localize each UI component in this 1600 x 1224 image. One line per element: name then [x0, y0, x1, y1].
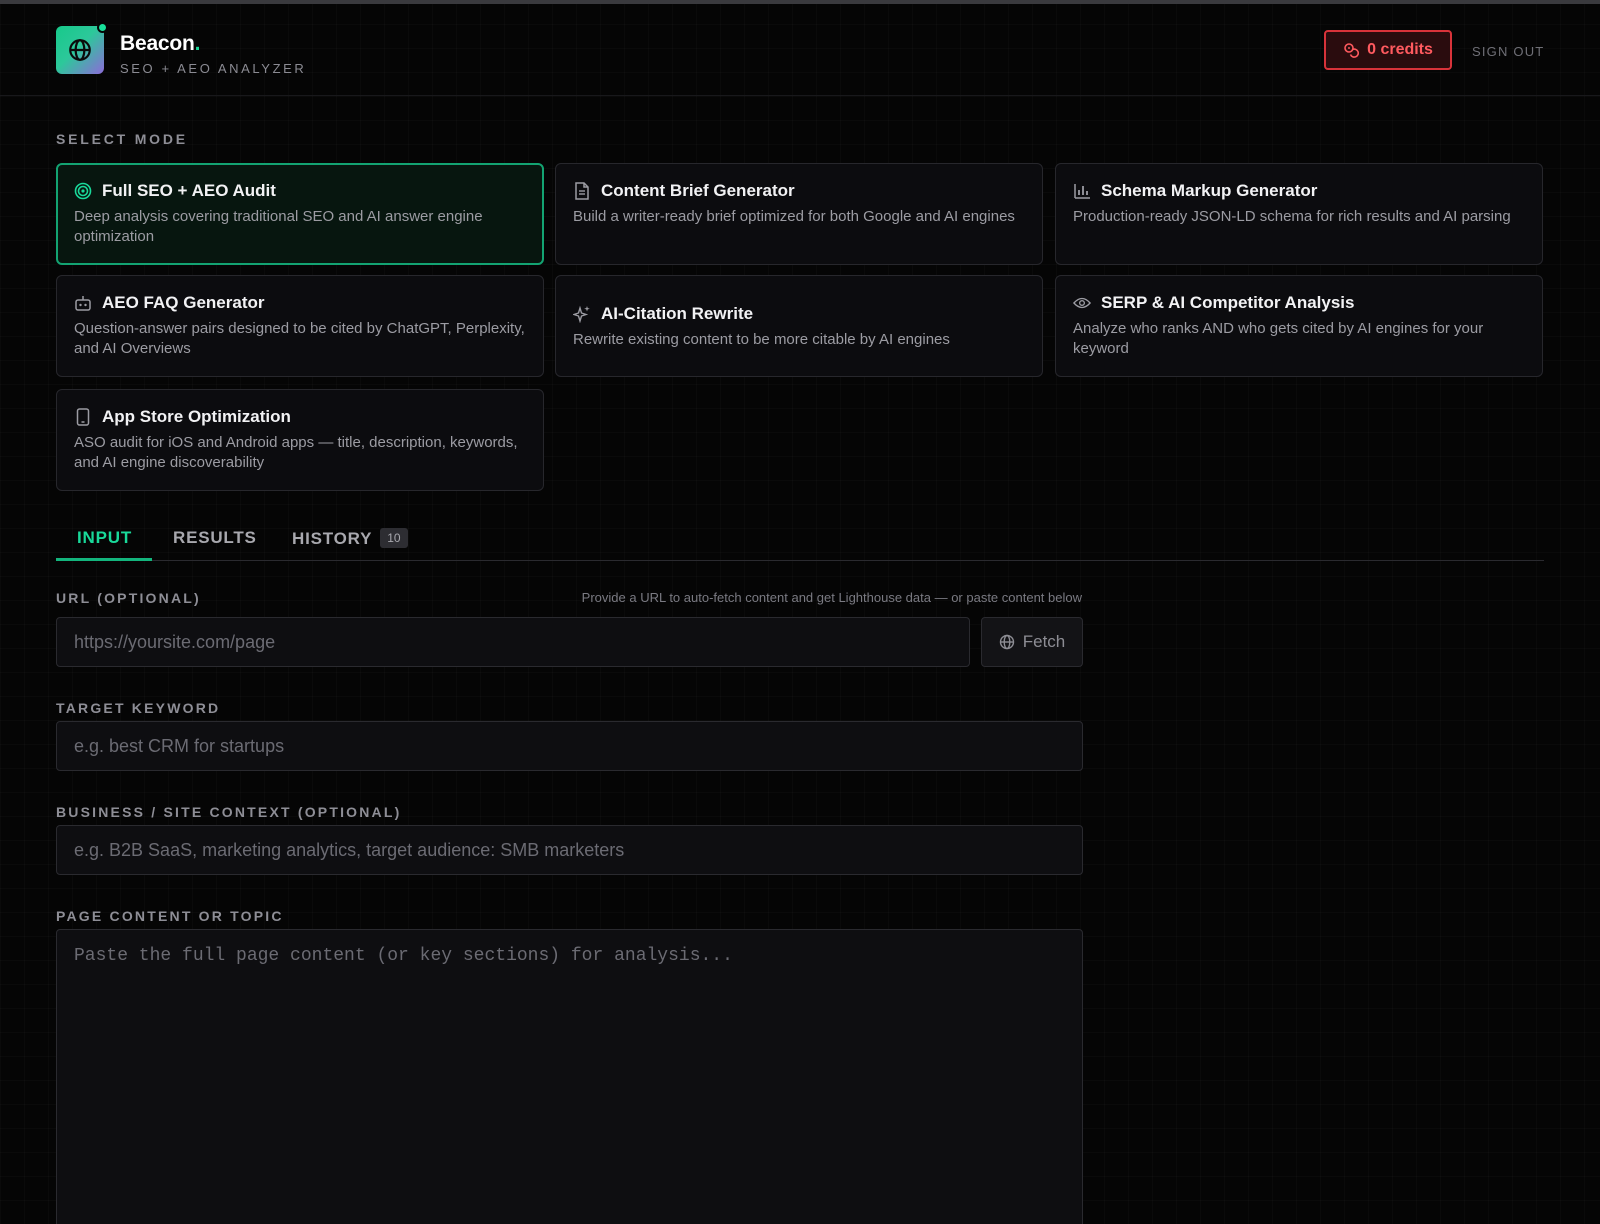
mode-card-aeo-faq[interactable]: AEO FAQ Generator Question-answer pairs … — [56, 275, 544, 377]
target-icon — [74, 182, 92, 200]
globe-icon — [69, 39, 91, 61]
mode-card-content-brief[interactable]: Content Brief Generator Build a writer-r… — [555, 163, 1043, 265]
history-count-badge: 10 — [380, 528, 408, 548]
tab-bar: INPUT RESULTS HISTORY 10 — [56, 520, 1544, 561]
credits-label: 0 credits — [1367, 41, 1433, 58]
tab-input[interactable]: INPUT — [77, 528, 132, 548]
mode-title: Content Brief Generator — [601, 181, 795, 200]
mode-description: Analyze who ranks AND who gets cited by … — [1073, 320, 1484, 357]
mode-description: Question-answer pairs designed to be cit… — [74, 320, 525, 357]
mode-card-ai-citation-rewrite[interactable]: AI-Citation Rewrite Rewrite existing con… — [555, 275, 1043, 377]
robot-icon — [74, 294, 92, 312]
keyword-label: TARGET KEYWORD — [56, 700, 221, 716]
mode-description: Production-ready JSON-LD schema for rich… — [1073, 208, 1511, 225]
sparkle-icon — [573, 305, 591, 323]
mode-description: Build a writer-ready brief optimized for… — [573, 208, 1015, 225]
active-tab-indicator — [56, 558, 152, 561]
brand-subtitle: SEO + AEO ANALYZER — [120, 61, 307, 76]
content-label: PAGE CONTENT OR TOPIC — [56, 908, 284, 924]
url-hint: Provide a URL to auto-fetch content and … — [581, 590, 1082, 605]
url-label: URL (OPTIONAL) — [56, 590, 201, 606]
context-input[interactable] — [56, 825, 1083, 875]
mode-title: App Store Optimization — [102, 407, 291, 426]
sign-out-link[interactable]: SIGN OUT — [1472, 44, 1544, 59]
select-mode-label: SELECT MODE — [56, 131, 188, 147]
mode-description: Deep analysis covering traditional SEO a… — [74, 208, 483, 245]
document-icon — [573, 182, 591, 200]
phone-icon — [74, 408, 92, 426]
mode-title: AEO FAQ Generator — [102, 293, 265, 312]
mode-title: AI-Citation Rewrite — [601, 304, 754, 323]
fetch-button[interactable]: Fetch — [981, 617, 1083, 667]
globe-icon — [999, 634, 1014, 650]
mode-description: Rewrite existing content to be more cita… — [573, 331, 950, 348]
keyword-input[interactable] — [56, 721, 1083, 771]
mode-card-schema-markup[interactable]: Schema Markup Generator Production-ready… — [1055, 163, 1543, 265]
tab-results[interactable]: RESULTS — [173, 528, 257, 548]
beacon-logo[interactable] — [56, 22, 108, 74]
mode-card-serp-competitor[interactable]: SERP & AI Competitor Analysis Analyze wh… — [1055, 275, 1543, 377]
app-header: Beacon. SEO + AEO ANALYZER 0 credits SIG… — [0, 4, 1600, 96]
mode-title: Schema Markup Generator — [1101, 181, 1318, 200]
url-input[interactable] — [56, 617, 970, 667]
content-textarea[interactable] — [56, 929, 1083, 1224]
tab-history[interactable]: HISTORY 10 — [292, 528, 408, 549]
bar-chart-icon — [1073, 182, 1091, 200]
context-label: BUSINESS / SITE CONTEXT (OPTIONAL) — [56, 804, 402, 820]
credits-button[interactable]: 0 credits — [1324, 30, 1452, 70]
coins-icon — [1344, 43, 1360, 58]
eye-icon — [1073, 294, 1091, 312]
mode-card-app-store[interactable]: App Store Optimization ASO audit for iOS… — [56, 389, 544, 491]
brand-name: Beacon. — [120, 32, 201, 55]
mode-title: SERP & AI Competitor Analysis — [1101, 293, 1355, 312]
mode-description: ASO audit for iOS and Android apps — tit… — [74, 434, 518, 471]
status-dot — [97, 22, 108, 33]
fetch-label: Fetch — [1022, 632, 1066, 651]
tab-history-label: HISTORY — [292, 529, 373, 548]
mode-title: Full SEO + AEO Audit — [102, 181, 276, 200]
mode-card-full-audit[interactable]: Full SEO + AEO Audit Deep analysis cover… — [56, 163, 544, 265]
